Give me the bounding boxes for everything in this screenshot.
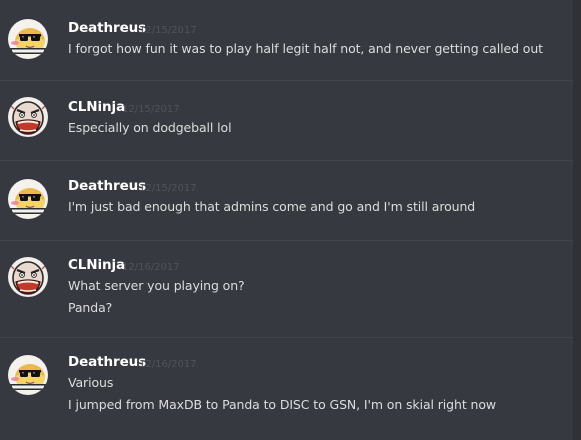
sunglasses-pie-icon[interactable]: [8, 355, 48, 395]
author-name[interactable]: Deathreus: [68, 178, 146, 194]
author-name[interactable]: CLNinja: [68, 99, 125, 115]
message-text: I'm just bad enough that admins come and…: [68, 199, 476, 214]
message-timestamp: 12/16/2017: [139, 359, 197, 370]
message-timestamp: 12/16/2017: [122, 262, 180, 273]
message-group: Deathreus 12/15/2017 I'm just bad enough…: [0, 161, 581, 240]
message-text: Especially on dodgeball lol: [68, 120, 232, 135]
message-text: I forgot how fun it was to play half leg…: [68, 41, 543, 56]
message-text: What server you playing on?: [68, 278, 245, 293]
rage-face-icon[interactable]: [8, 257, 48, 297]
message-text: Panda?: [68, 300, 113, 315]
scrollbar-track[interactable]: [573, 0, 581, 440]
message-group: Deathreus 12/16/2017 Various I jumped fr…: [0, 338, 581, 440]
message-timestamp: 12/15/2017: [139, 25, 197, 36]
chat-messages: Deathreus 12/15/2017 I forgot how fun it…: [0, 0, 581, 440]
message-text: I jumped from MaxDB to Panda to DISC to …: [68, 397, 496, 412]
message-timestamp: 12/15/2017: [122, 104, 180, 115]
author-name[interactable]: Deathreus: [68, 354, 146, 370]
sunglasses-pie-icon[interactable]: [8, 179, 48, 219]
message-text: Various: [68, 375, 114, 390]
message-group: Deathreus 12/15/2017 I forgot how fun it…: [0, 0, 581, 80]
message-timestamp: 12/15/2017: [139, 183, 197, 194]
message-group: CLNinja 12/15/2017 Especially on dodgeba…: [0, 81, 581, 160]
author-name[interactable]: Deathreus: [68, 20, 146, 36]
author-name[interactable]: CLNinja: [68, 257, 125, 273]
message-group: CLNinja 12/16/2017 What server you playi…: [0, 241, 581, 337]
sunglasses-pie-icon[interactable]: [8, 19, 48, 59]
rage-face-icon[interactable]: [8, 97, 48, 137]
